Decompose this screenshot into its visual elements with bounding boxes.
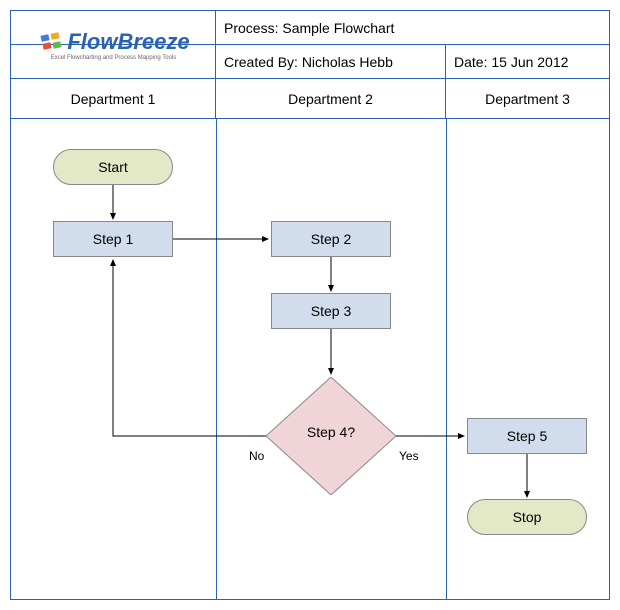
logo-icon [37,29,63,55]
created-by: Created By: Nicholas Hebb [216,45,446,78]
node-start-label: Start [98,159,128,175]
node-step5: Step 5 [467,418,587,454]
node-step5-label: Step 5 [507,428,547,444]
dept-3-header: Department 3 [446,79,609,118]
edge-no-label: No [249,449,264,463]
logo-tagline: Excel Flowcharting and Process Mapping T… [51,55,177,61]
logo: FlowBreeze [37,29,189,55]
edge-step4-no [113,260,266,436]
node-step3: Step 3 [271,293,391,329]
node-step1: Step 1 [53,221,173,257]
node-step1-label: Step 1 [93,231,133,247]
flowchart-canvas: Start Step 1 Step 2 Step 3 Step 4? No Ye… [11,119,609,599]
node-stop: Stop [467,499,587,535]
node-stop-label: Stop [513,509,542,525]
dept-2-header: Department 2 [216,79,446,118]
date-field: Date: 15 Jun 2012 [446,45,609,78]
node-start: Start [53,149,173,185]
process-title: Process: Sample Flowchart [216,11,609,44]
edge-yes-label: Yes [399,449,419,463]
node-step2-label: Step 2 [311,231,351,247]
node-step2: Step 2 [271,221,391,257]
flowchart-container: FlowBreeze Excel Flowcharting and Proces… [10,10,610,600]
logo-text: FlowBreeze [67,29,189,55]
node-step3-label: Step 3 [311,303,351,319]
department-header-row: Department 1 Department 2 Department 3 [11,79,609,119]
node-step4-decision: Step 4? [266,377,396,487]
dept-1-header: Department 1 [11,79,216,118]
node-step4-label: Step 4? [307,424,355,440]
logo-cell: FlowBreeze Excel Flowcharting and Proces… [11,11,216,79]
